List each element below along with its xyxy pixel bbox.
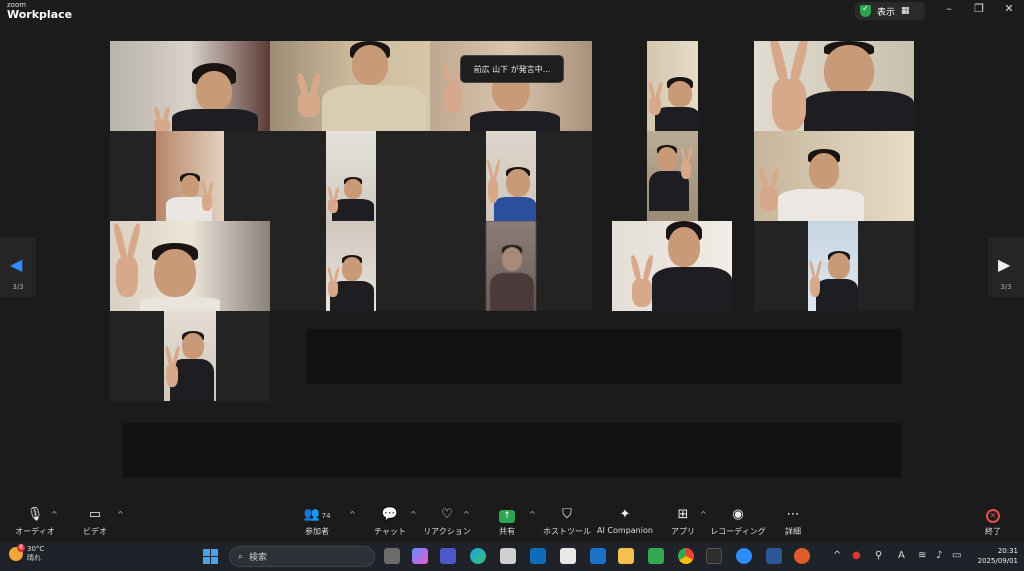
participants-icon: 👥: [303, 507, 320, 522]
file-explorer-icon[interactable]: [618, 548, 634, 564]
windows-taskbar: 8 30°C 晴れ ⌕ 検索 ^ ● ⚲ A ≋ ♪ ▭ 20:31 2025/…: [0, 542, 1024, 571]
video-tile[interactable]: [754, 41, 914, 131]
video-tile[interactable]: [430, 131, 592, 221]
page-indicator-right: 3/3: [1000, 283, 1012, 291]
zoom-window: zoom Workplace 表示 ▦ – ❐ ✕: [0, 0, 1024, 571]
video-tile[interactable]: [612, 221, 732, 311]
speaker-icon[interactable]: ♪: [936, 550, 942, 561]
teams-icon[interactable]: [440, 548, 456, 564]
tray-app-icon[interactable]: ●: [852, 550, 861, 561]
close-icon[interactable]: ✕: [998, 2, 1020, 15]
participant-count: 74: [321, 512, 331, 520]
copilot-icon[interactable]: [412, 548, 428, 564]
video-feed: [808, 221, 858, 311]
outlook-icon[interactable]: [530, 548, 546, 564]
video-feed: [164, 311, 216, 401]
app-icon[interactable]: [560, 548, 576, 564]
tray-app-icon[interactable]: ⚲: [875, 550, 882, 561]
weather-condition: 晴れ: [27, 554, 41, 562]
chrome-icon[interactable]: [678, 548, 694, 564]
search-placeholder: 検索: [249, 553, 268, 563]
app-icon[interactable]: [590, 548, 606, 564]
edge-icon[interactable]: [470, 548, 486, 564]
end-meeting-button[interactable]: ✕ 終了: [958, 506, 1024, 537]
minimize-icon[interactable]: –: [938, 2, 960, 15]
video-options-chevron-icon[interactable]: ^: [117, 510, 124, 519]
reactions-options-chevron-icon[interactable]: ^: [463, 510, 470, 519]
search-icon: ⌕: [238, 551, 244, 562]
sun-icon: 8: [9, 544, 25, 561]
clock-date: 2025/09/01: [977, 557, 1018, 565]
system-clock[interactable]: 20:31 2025/09/01: [970, 546, 1018, 566]
tray-chevron-icon[interactable]: ^: [833, 550, 841, 561]
video-tile[interactable]: [110, 221, 270, 311]
app-icon[interactable]: [648, 548, 664, 564]
video-tile[interactable]: [110, 311, 270, 401]
taskbar-search[interactable]: ⌕ 検索: [229, 546, 375, 567]
video-tile[interactable]: [647, 131, 698, 221]
zoom-app-icon[interactable]: [736, 548, 752, 564]
video-feed: [156, 131, 224, 221]
view-button[interactable]: 表示 ▦: [855, 2, 925, 20]
zoom-logo: zoom Workplace: [7, 1, 72, 21]
next-page-button[interactable]: ▶ 3/3: [988, 237, 1024, 297]
video-tile[interactable]: [110, 41, 270, 131]
arrow-right-icon: ▶: [998, 255, 1011, 274]
video-tile[interactable]: [270, 221, 430, 311]
meeting-toolbar: 🎙 オーディオ ^ ▭ ビデオ ^ 👥 74 参加者 ^ 💬 チャット ^ ♡ リ…: [0, 502, 1024, 542]
restore-icon[interactable]: ❐: [968, 2, 990, 15]
security-shield-icon: [860, 4, 871, 17]
video-feed: [486, 221, 536, 311]
task-view-icon[interactable]: [384, 548, 400, 564]
video-feed: [486, 131, 536, 221]
store-icon[interactable]: [500, 548, 516, 564]
video-feed: [326, 131, 376, 221]
speaking-banner: 前広 山下 が発言中...: [460, 55, 564, 83]
more-button[interactable]: ⋯ 詳細: [758, 506, 828, 537]
empty-area: [307, 329, 901, 384]
video-feed: [326, 221, 376, 311]
empty-area: [123, 423, 901, 478]
participants-button[interactable]: 👥 74 参加者: [282, 506, 352, 537]
start-icon[interactable]: [203, 549, 218, 564]
wifi-icon[interactable]: ≋: [918, 550, 926, 561]
page-indicator-left: 3/3: [12, 283, 24, 291]
clock-time: 20:31: [997, 547, 1018, 555]
video-tile[interactable]: [754, 221, 914, 311]
gallery-view: 前広 山下 が発言中... ◀ 3/3 ▶ 3/3: [0, 24, 1024, 502]
title-bar: zoom Workplace 表示 ▦ – ❐ ✕: [0, 0, 1024, 24]
video-tile[interactable]: [430, 221, 592, 311]
battery-icon[interactable]: ▭: [952, 550, 961, 561]
more-dots-icon: ⋯: [786, 507, 800, 522]
share-screen-icon: ↑: [499, 510, 515, 523]
video-tile[interactable]: [647, 41, 698, 131]
brand-big: Workplace: [7, 8, 73, 21]
arrow-left-icon: ◀: [10, 255, 23, 274]
video-tile[interactable]: [754, 131, 914, 221]
audio-options-chevron-icon[interactable]: ^: [51, 510, 58, 519]
temperature: 30°C: [27, 545, 45, 553]
weather-badge: 8: [17, 544, 25, 552]
app-icon[interactable]: [794, 548, 810, 564]
ime-indicator[interactable]: A: [898, 550, 905, 561]
view-label: 表示: [877, 7, 896, 18]
end-x-icon: ✕: [986, 509, 1000, 523]
grid-view-icon: ▦: [901, 6, 910, 16]
video-tile[interactable]: [110, 131, 270, 221]
app-icon[interactable]: [706, 548, 722, 564]
video-tile[interactable]: [270, 131, 430, 221]
word-icon[interactable]: [766, 548, 782, 564]
previous-page-button[interactable]: ◀ 3/3: [0, 237, 36, 297]
video-tile[interactable]: [270, 41, 430, 131]
weather-widget[interactable]: 8 30°C 晴れ: [9, 544, 45, 563]
